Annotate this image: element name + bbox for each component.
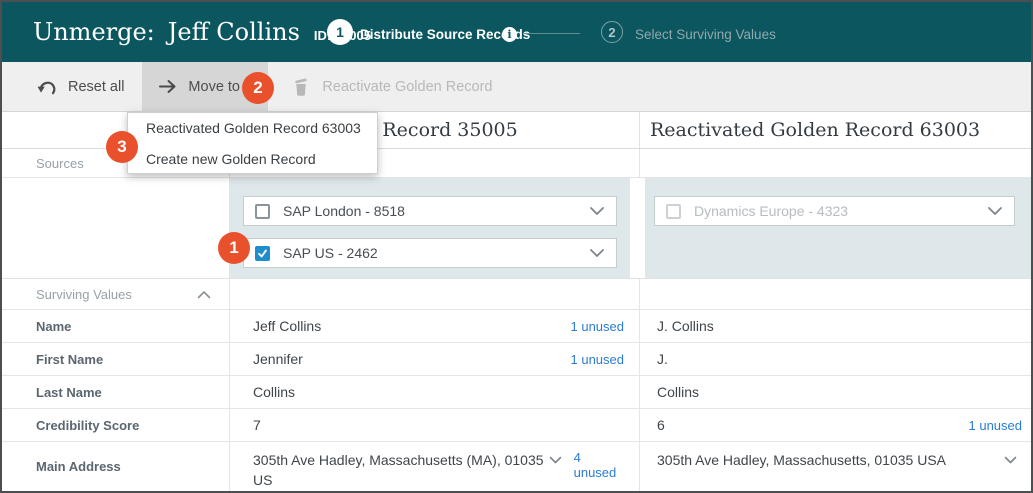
sources-panel-col1: SAP London - 8518 SAP US - 2462 xyxy=(230,178,630,278)
sources-band: SAP London - 8518 SAP US - 2462 xyxy=(2,178,1031,279)
checkbox-checked[interactable] xyxy=(255,246,270,261)
step-2-label: Select Surviving Values xyxy=(635,27,776,42)
unmerge-screen: Unmerge: Jeff Collins ID: 35005 1 Distri… xyxy=(0,0,1033,493)
field-row-last-name: Last Name Collins Collins xyxy=(2,376,1031,409)
surviving-values-label: Surviving Values xyxy=(36,287,132,302)
column-2-header: Reactivated Golden Record 63003 xyxy=(639,112,1031,148)
move-to-dropdown-menu: Reactivated Golden Record 63003 Create n… xyxy=(127,112,378,174)
toolbar: Reset all Move to Reactivate Golden Reco… xyxy=(2,62,1031,112)
info-icon[interactable]: i xyxy=(502,27,517,42)
field-label: Last Name xyxy=(36,385,102,400)
sources-panel-col2: Dynamics Europe - 4323 xyxy=(645,178,1031,278)
source-select-sap-us[interactable]: SAP US - 2462 xyxy=(243,238,617,268)
callout-badge-3: 3 xyxy=(106,131,138,163)
field-value: 305th Ave Hadley, Massachusetts, 01035 U… xyxy=(657,450,946,470)
field-value: Jennifer xyxy=(253,351,303,367)
field-value: 305th Ave Hadley, Massachusetts (MA), 01… xyxy=(253,450,549,490)
field-value: Collins xyxy=(657,384,699,400)
source-select-sap-london[interactable]: SAP London - 8518 xyxy=(243,196,617,226)
reset-all-label: Reset all xyxy=(68,79,124,95)
chevron-down-icon xyxy=(589,248,605,258)
step-1-circle: 1 xyxy=(327,19,353,45)
unused-link[interactable]: 1 unused xyxy=(969,418,1023,433)
field-value: 6 xyxy=(657,417,665,433)
page-title: Unmerge: Jeff Collins ID: 35005 xyxy=(2,18,371,46)
top-header: Unmerge: Jeff Collins ID: 35005 1 Distri… xyxy=(2,2,1031,62)
field-row-main-address: Main Address 305th Ave Hadley, Massachus… xyxy=(2,442,1031,491)
source-label: SAP London - 8518 xyxy=(283,203,405,219)
chevron-down-icon[interactable] xyxy=(1004,456,1017,464)
checkbox-disabled xyxy=(666,204,681,219)
field-value: J. Collins xyxy=(657,318,714,334)
step-2-circle: 2 xyxy=(601,21,623,43)
chevron-down-icon xyxy=(589,206,605,216)
field-label: Credibility Score xyxy=(36,418,139,433)
source-label: SAP US - 2462 xyxy=(283,245,378,261)
field-label: Main Address xyxy=(36,459,121,474)
field-label: Name xyxy=(36,319,71,334)
checkbox-unchecked[interactable] xyxy=(255,204,270,219)
menu-item-create-new-golden-record[interactable]: Create new Golden Record xyxy=(128,144,377,175)
step-connector-line xyxy=(524,33,580,34)
chevron-up-icon[interactable] xyxy=(197,290,211,299)
record-name: Jeff Collins xyxy=(168,18,300,46)
field-label: First Name xyxy=(36,352,103,367)
field-value: J. xyxy=(657,351,668,367)
unmerge-title: Unmerge: xyxy=(33,18,155,46)
arrow-right-icon xyxy=(158,79,178,94)
field-value: Jeff Collins xyxy=(253,318,321,334)
field-row-credibility-score: Credibility Score 7 6 1 unused xyxy=(2,409,1031,442)
field-value: 7 xyxy=(253,417,261,433)
reactivate-golden-record-button[interactable]: Reactivate Golden Record xyxy=(268,62,492,111)
source-label: Dynamics Europe - 4323 xyxy=(694,203,848,219)
undo-icon xyxy=(37,79,59,95)
surviving-values-section-row: Surviving Values xyxy=(2,279,1031,310)
unused-link[interactable]: 1 unused xyxy=(571,352,625,367)
field-row-first-name: First Name Jennifer 1 unused J. xyxy=(2,343,1031,376)
reactivate-label: Reactivate Golden Record xyxy=(322,79,492,95)
field-row-name: Name Jeff Collins 1 unused J. Collins xyxy=(2,310,1031,343)
reset-all-button[interactable]: Reset all xyxy=(2,62,134,111)
callout-badge-1: 1 xyxy=(218,232,250,264)
unused-link[interactable]: 1 unused xyxy=(571,319,625,334)
callout-badge-2: 2 xyxy=(242,72,274,104)
menu-item-reactivated-golden-record[interactable]: Reactivated Golden Record 63003 xyxy=(128,113,377,144)
source-select-dynamics-europe: Dynamics Europe - 4323 xyxy=(654,196,1015,226)
unused-link[interactable]: 4 unused xyxy=(574,450,624,480)
move-to-label: Move to xyxy=(188,79,240,95)
sources-side-spacer xyxy=(2,178,229,278)
field-value: Collins xyxy=(253,384,295,400)
chevron-down-icon xyxy=(987,206,1003,216)
trash-icon xyxy=(290,76,312,97)
sources-section-label: Sources xyxy=(36,156,84,171)
chevron-down-icon[interactable] xyxy=(549,456,562,464)
